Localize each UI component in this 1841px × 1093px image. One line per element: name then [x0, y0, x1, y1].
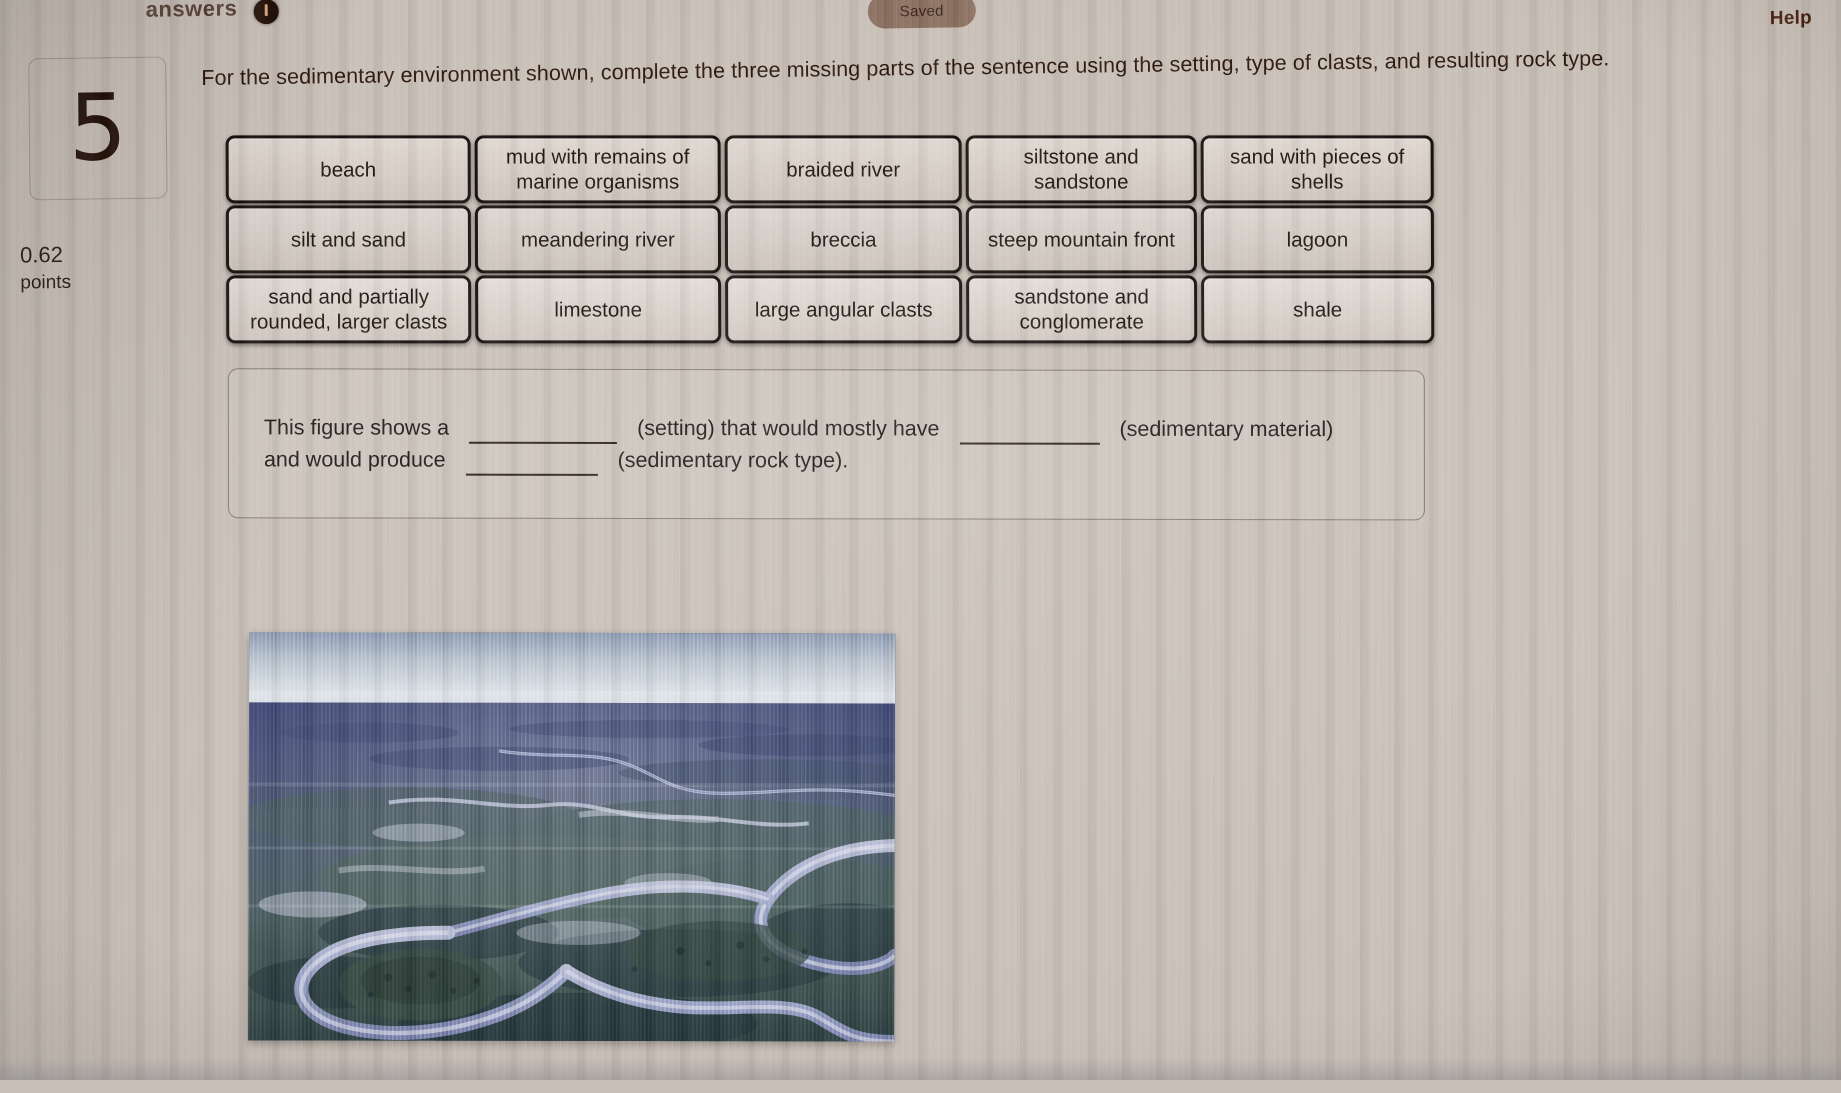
word-bank-tile[interactable]: steep mountain front [965, 205, 1198, 274]
points-block: 0.62 points [20, 239, 161, 297]
word-bank-tile[interactable]: breccia [724, 205, 963, 274]
sentence-text-3: (sedimentary material) [1119, 416, 1334, 442]
answer-sentence: This figure shows a (setting) that would … [264, 411, 1384, 477]
status-badge-label: Saved [899, 2, 944, 20]
info-circle-icon[interactable] [253, 0, 279, 25]
word-bank-tile[interactable]: sandstone and conglomerate [966, 275, 1198, 344]
quiz-page: answers Saved Help 5 0.62 points For the… [0, 0, 1841, 1093]
page-bottom-edge [0, 1058, 1841, 1080]
word-bank-tile[interactable]: silt and sand [225, 205, 472, 274]
word-bank-tile[interactable]: mud with remains of marine organisms [474, 135, 721, 204]
word-bank-tile[interactable]: siltstone and sandstone [965, 135, 1197, 204]
word-bank-tile[interactable]: meandering river [474, 205, 722, 274]
question-number-box: 5 [28, 56, 168, 201]
word-bank-tile[interactable]: lagoon [1200, 205, 1435, 274]
sentence-text-4: and would produce [263, 447, 446, 472]
answer-blank-rock-type[interactable] [465, 453, 598, 476]
word-bank-tile[interactable]: large angular clasts [725, 275, 963, 344]
sentence-text-2: (setting) that would mostly have [637, 415, 940, 441]
figure-meandering-river [248, 632, 896, 1042]
sentence-text-1: This figure shows a [263, 415, 450, 440]
word-bank-tile[interactable]: shale [1201, 275, 1435, 344]
figure-svg [248, 632, 896, 1042]
points-value: 0.62 [19, 241, 63, 268]
sentence-text-5: (sedimentary rock type). [617, 447, 849, 473]
word-bank-tile[interactable]: braided river [724, 135, 962, 204]
word-bank-tile[interactable]: sand with pieces of shells [1200, 135, 1434, 204]
word-bank: beach mud with remains of marine organis… [225, 135, 1435, 344]
answer-panel: This figure shows a (setting) that would … [227, 368, 1425, 521]
answer-blank-material[interactable] [959, 422, 1100, 445]
status-badge: Saved [867, 0, 976, 29]
help-link[interactable]: Help [1770, 8, 1812, 31]
points-label: points [20, 271, 72, 294]
word-bank-tile[interactable]: beach [225, 135, 471, 204]
question-number: 5 [68, 74, 128, 182]
word-bank-tile[interactable]: sand and partially rounded, larger clast… [226, 275, 472, 344]
word-bank-tile[interactable]: limestone [475, 275, 722, 344]
answer-blank-setting[interactable] [469, 421, 618, 444]
page-title-partial: answers [145, 0, 238, 22]
